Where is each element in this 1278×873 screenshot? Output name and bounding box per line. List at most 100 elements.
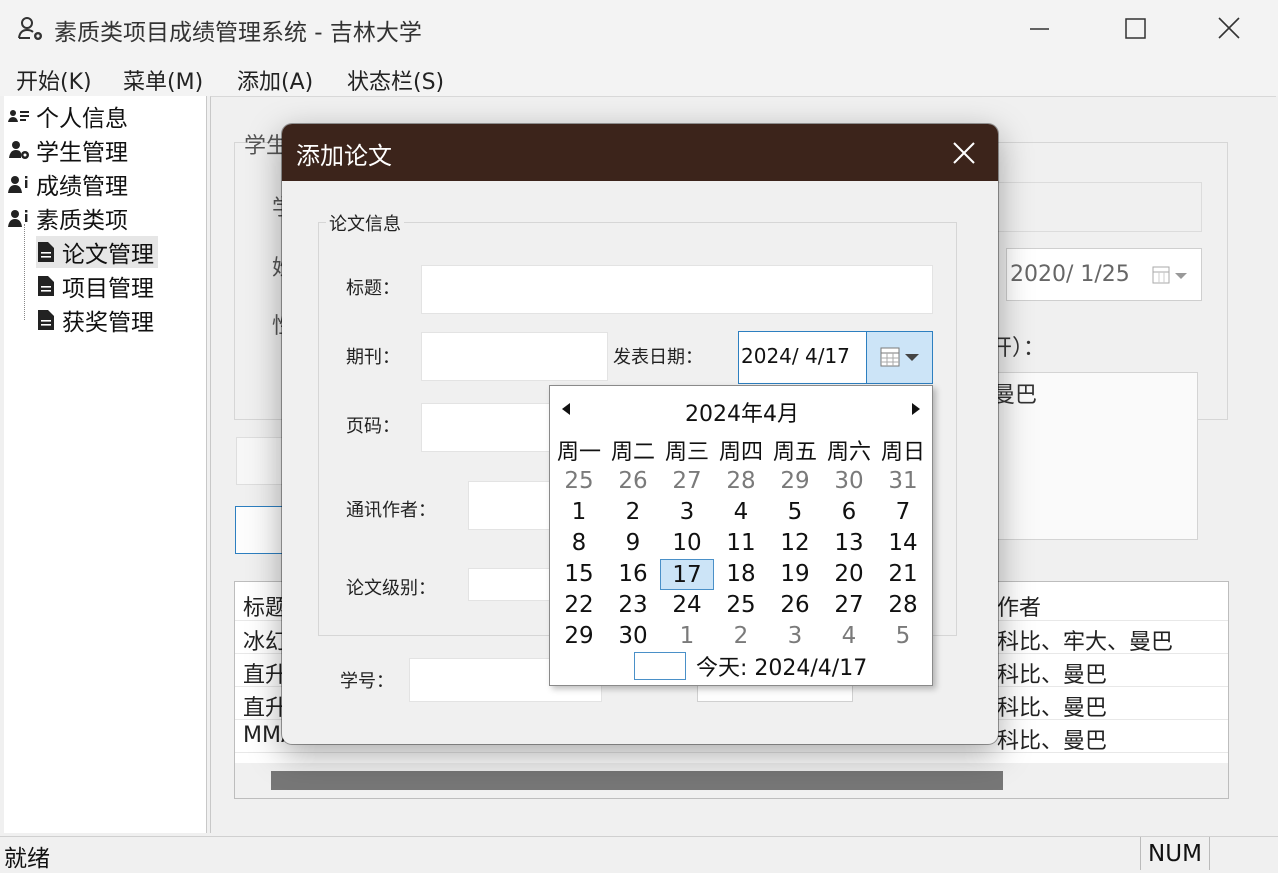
calendar-day[interactable]: 20 [822, 559, 876, 590]
calendar-day[interactable]: 15 [552, 559, 606, 590]
dialog-title: 添加论文 [296, 142, 392, 170]
user-info-icon [8, 176, 28, 193]
today-indicator[interactable] [634, 652, 686, 680]
calendar-day[interactable]: 23 [606, 590, 660, 621]
user-gear-icon [9, 141, 29, 159]
calendar-day[interactable]: 1 [660, 621, 714, 652]
corresponding-author-label: 通讯作者： [346, 500, 436, 521]
table-cell: 科比、曼巴 [997, 696, 1108, 721]
calendar-day[interactable]: 31 [876, 466, 930, 497]
status-ready: 就绪 [4, 846, 50, 872]
calendar-day[interactable]: 14 [876, 528, 930, 559]
user-info-icon [8, 210, 28, 227]
calendar-weekday: 周二 [610, 440, 655, 465]
date-dropdown-button[interactable] [866, 332, 932, 383]
tree-label: 个人信息 [36, 106, 128, 132]
calendar-weekday: 周三 [664, 440, 709, 465]
bg-textarea: 曼巴 [990, 372, 1198, 540]
bg-date-value: 2020/ 1/25 [1010, 262, 1130, 287]
publish-date-label: 发表日期： [613, 347, 703, 368]
today-link[interactable]: 今天: 2024/4/17 [696, 650, 867, 682]
calendar-day[interactable]: 1 [552, 497, 606, 528]
close-window-button[interactable] [1206, 8, 1252, 48]
tree-item-project-management[interactable]: 项目管理 [36, 270, 154, 302]
calendar-day[interactable]: 21 [876, 559, 930, 590]
calendar-day[interactable]: 2 [606, 497, 660, 528]
calendar-day[interactable]: 22 [552, 590, 606, 621]
paper-level-label: 论文级别： [346, 578, 436, 599]
next-month-arrow-icon[interactable] [910, 402, 922, 416]
tree-item-student-management[interactable]: 学生管理 [8, 134, 128, 166]
calendar-day[interactable]: 10 [660, 528, 714, 559]
contact-card-icon [8, 110, 29, 122]
pages-label: 页码： [346, 416, 400, 437]
bg-date-picker: 2020/ 1/25 [1006, 248, 1202, 301]
document-icon [38, 310, 54, 330]
calendar-day[interactable]: 12 [768, 528, 822, 559]
calendar-day[interactable]: 25 [714, 590, 768, 621]
calendar-day[interactable]: 4 [822, 621, 876, 652]
journal-input[interactable] [421, 332, 608, 381]
calendar-day[interactable]: 25 [552, 466, 606, 497]
calendar-day[interactable]: 28 [876, 590, 930, 621]
calendar-day[interactable]: 16 [606, 559, 660, 590]
dialog-close-button[interactable] [946, 138, 980, 168]
calendar-day[interactable]: 27 [822, 590, 876, 621]
calendar-day[interactable]: 8 [552, 528, 606, 559]
app-user-gear-icon [16, 14, 46, 44]
calendar-day[interactable]: 7 [876, 497, 930, 528]
tree-label: 获奖管理 [62, 310, 154, 336]
calendar-day[interactable]: 13 [822, 528, 876, 559]
menu-add[interactable]: 添加(A) [237, 64, 313, 96]
publish-date-value: 2024/ 4/17 [741, 344, 850, 368]
bg-label-partial: 开）： [990, 336, 1046, 361]
calendar-day[interactable]: 24 [660, 590, 714, 621]
calendar-day[interactable]: 29 [552, 621, 606, 652]
tree-item-grade-management[interactable]: 成绩管理 [8, 168, 128, 200]
calendar-day[interactable]: 2 [714, 621, 768, 652]
calendar-day[interactable]: 17 [660, 559, 714, 590]
calendar-day[interactable]: 5 [768, 497, 822, 528]
menu-start[interactable]: 开始(K) [16, 64, 92, 96]
calendar-day[interactable]: 27 [660, 466, 714, 497]
window-title: 素质类项目成绩管理系统 - 吉林大学 [54, 20, 422, 46]
bg-button [235, 506, 287, 554]
tree-connector [24, 224, 25, 320]
tree-item-quality-items[interactable]: 素质类项 [8, 202, 128, 234]
calendar-day[interactable]: 30 [606, 621, 660, 652]
calendar-day[interactable]: 28 [714, 466, 768, 497]
table-cell: 直升 [243, 663, 288, 688]
document-icon [38, 242, 54, 262]
calendar-day[interactable]: 18 [714, 559, 768, 590]
calendar-day[interactable]: 19 [768, 559, 822, 590]
tree-label: 学生管理 [36, 140, 128, 166]
horizontal-scrollbar-thumb[interactable] [271, 771, 1003, 790]
calendar-day[interactable]: 5 [876, 621, 930, 652]
calendar-day[interactable]: 11 [714, 528, 768, 559]
minimize-button[interactable] [1016, 8, 1062, 48]
calendar-day[interactable]: 26 [768, 590, 822, 621]
maximize-button[interactable] [1112, 8, 1158, 48]
calendar-day[interactable]: 9 [606, 528, 660, 559]
calendar-day[interactable]: 4 [714, 497, 768, 528]
calendar-day[interactable]: 30 [822, 466, 876, 497]
calendar-day[interactable]: 26 [606, 466, 660, 497]
tree-item-award-management[interactable]: 获奖管理 [36, 304, 154, 336]
table-cell: 科比、曼巴 [997, 663, 1108, 688]
title-input[interactable] [421, 265, 933, 314]
bg-input [990, 182, 1202, 232]
calendar-day[interactable]: 29 [768, 466, 822, 497]
table-cell: 冰幻 [243, 630, 288, 655]
calendar-day[interactable]: 6 [822, 497, 876, 528]
tree-item-personal-info[interactable]: 个人信息 [8, 100, 128, 132]
publish-date-picker[interactable]: 2024/ 4/17 [738, 331, 933, 384]
calendar-dropdown-icon [880, 347, 919, 367]
calendar-day[interactable]: 3 [768, 621, 822, 652]
menu-statusbar[interactable]: 状态栏(S) [347, 64, 444, 96]
bg-text-partial: 曼巴 [993, 383, 1038, 408]
menu-menu[interactable]: 菜单(M) [123, 64, 203, 96]
calendar-day[interactable]: 3 [660, 497, 714, 528]
tree-item-paper-management[interactable]: 论文管理 [36, 236, 158, 268]
calendar-month-title: 2024年4月 [685, 402, 799, 427]
table-cell: 直升 [243, 696, 288, 721]
